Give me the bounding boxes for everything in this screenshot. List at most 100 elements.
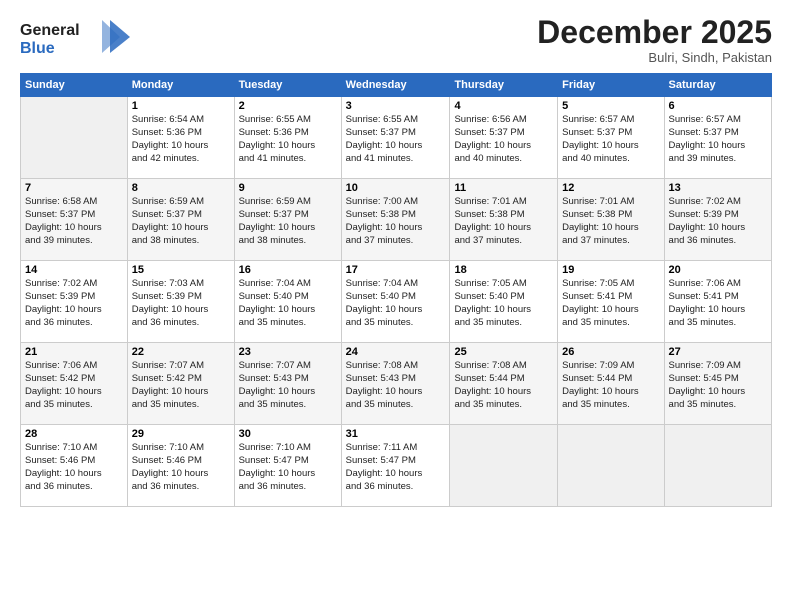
logo-svg: General Blue: [20, 15, 130, 60]
calendar-cell: 2Sunrise: 6:55 AM Sunset: 5:36 PM Daylig…: [234, 97, 341, 179]
day-info: Sunrise: 7:06 AM Sunset: 5:42 PM Dayligh…: [25, 360, 123, 411]
day-info: Sunrise: 6:59 AM Sunset: 5:37 PM Dayligh…: [239, 196, 337, 247]
day-number: 17: [346, 264, 446, 276]
calendar-cell: [21, 97, 128, 179]
calendar-cell: 18 Sunrise: 7:05 AM Sunset: 5:40 PM Dayli…: [450, 261, 558, 343]
day-number: 24: [346, 346, 446, 358]
day-number: 31: [346, 428, 446, 440]
day-info: Sunrise: 7:09 AM Sunset: 5:44 PM Dayligh…: [562, 360, 659, 411]
calendar-cell: 9 Sunrise: 6:59 AM Sunset: 5:37 PM Daylig…: [234, 179, 341, 261]
svg-text:General: General: [20, 22, 80, 39]
calendar-cell: 21Sunrise: 7:06 AM Sunset: 5:42 PM Dayli…: [21, 343, 128, 425]
calendar-cell: 22Sunrise: 7:07 AM Sunset: 5:42 PM Dayli…: [127, 343, 234, 425]
day-info: Sunrise: 7:02 AM Sunset: 5:39 PM Dayligh…: [669, 196, 767, 247]
calendar-cell: 25 Sunrise: 7:08 AM Sunset: 5:44 PM Dayli…: [450, 343, 558, 425]
weekday-header-saturday: Saturday: [664, 74, 771, 97]
weekday-header-tuesday: Tuesday: [234, 74, 341, 97]
calendar-cell: 14Sunrise: 7:02 AM Sunset: 5:39 PM Dayli…: [21, 261, 128, 343]
day-info: Sunrise: 7:07 AM Sunset: 5:43 PM Dayligh…: [239, 360, 337, 411]
calendar-cell: 29 Sunrise: 7:10 AM Sunset: 5:46 PM Dayli…: [127, 425, 234, 507]
calendar-cell: 23Sunrise: 7:07 AM Sunset: 5:43 PM Dayli…: [234, 343, 341, 425]
day-info: Sunrise: 7:10 AM Sunset: 5:46 PM Dayligh…: [25, 442, 123, 493]
calendar-cell: 4 Sunrise: 6:56 AM Sunset: 5:37 PM Daylig…: [450, 97, 558, 179]
weekday-header-friday: Friday: [558, 74, 664, 97]
day-info: Sunrise: 7:10 AM Sunset: 5:47 PM Dayligh…: [239, 442, 337, 493]
day-number: 27: [669, 346, 767, 358]
day-info: Sunrise: 7:09 AM Sunset: 5:45 PM Dayligh…: [669, 360, 767, 411]
day-info: Sunrise: 6:56 AM Sunset: 5:37 PM Dayligh…: [454, 114, 553, 165]
weekday-header-sunday: Sunday: [21, 74, 128, 97]
calendar-cell: [558, 425, 664, 507]
day-info: Sunrise: 7:05 AM Sunset: 5:40 PM Dayligh…: [454, 278, 553, 329]
day-info: Sunrise: 7:05 AM Sunset: 5:41 PM Dayligh…: [562, 278, 659, 329]
title-block: December 2025 Bulri, Sindh, Pakistan: [537, 15, 772, 65]
weekday-header-monday: Monday: [127, 74, 234, 97]
day-info: Sunrise: 7:07 AM Sunset: 5:42 PM Dayligh…: [132, 360, 230, 411]
day-info: Sunrise: 7:01 AM Sunset: 5:38 PM Dayligh…: [454, 196, 553, 247]
calendar-cell: 31 Sunrise: 7:11 AM Sunset: 5:47 PM Dayli…: [341, 425, 450, 507]
calendar-cell: 28 Sunrise: 7:10 AM Sunset: 5:46 PM Dayli…: [21, 425, 128, 507]
calendar-cell: 27 Sunrise: 7:09 AM Sunset: 5:45 PM Dayli…: [664, 343, 771, 425]
day-info: Sunrise: 7:08 AM Sunset: 5:43 PM Dayligh…: [346, 360, 446, 411]
day-info: Sunrise: 7:08 AM Sunset: 5:44 PM Dayligh…: [454, 360, 553, 411]
week-row-3: 14Sunrise: 7:02 AM Sunset: 5:39 PM Dayli…: [21, 261, 772, 343]
calendar-cell: 15 Sunrise: 7:03 AM Sunset: 5:39 PM Dayli…: [127, 261, 234, 343]
day-info: Sunrise: 7:01 AM Sunset: 5:38 PM Dayligh…: [562, 196, 659, 247]
day-info: Sunrise: 6:54 AM Sunset: 5:36 PM Dayligh…: [132, 114, 230, 165]
weekday-header-thursday: Thursday: [450, 74, 558, 97]
day-number: 28: [25, 428, 123, 440]
day-info: Sunrise: 7:04 AM Sunset: 5:40 PM Dayligh…: [239, 278, 337, 329]
calendar-cell: 19 Sunrise: 7:05 AM Sunset: 5:41 PM Dayli…: [558, 261, 664, 343]
weekday-header-row: SundayMondayTuesdayWednesdayThursdayFrid…: [21, 74, 772, 97]
day-number: 4: [454, 100, 553, 112]
day-number: 29: [132, 428, 230, 440]
day-number: 25: [454, 346, 553, 358]
day-info: Sunrise: 7:11 AM Sunset: 5:47 PM Dayligh…: [346, 442, 446, 493]
logo: General Blue: [20, 15, 130, 65]
week-row-4: 21Sunrise: 7:06 AM Sunset: 5:42 PM Dayli…: [21, 343, 772, 425]
calendar-cell: 17 Sunrise: 7:04 AM Sunset: 5:40 PM Dayli…: [341, 261, 450, 343]
day-info: Sunrise: 7:03 AM Sunset: 5:39 PM Dayligh…: [132, 278, 230, 329]
day-info: Sunrise: 6:58 AM Sunset: 5:37 PM Dayligh…: [25, 196, 123, 247]
calendar-cell: 1 Sunrise: 6:54 AM Sunset: 5:36 PM Daylig…: [127, 97, 234, 179]
calendar-cell: 7 Sunrise: 6:58 AM Sunset: 5:37 PM Daylig…: [21, 179, 128, 261]
calendar-cell: 8Sunrise: 6:59 AM Sunset: 5:37 PM Daylig…: [127, 179, 234, 261]
day-number: 15: [132, 264, 230, 276]
calendar-cell: 3 Sunrise: 6:55 AM Sunset: 5:37 PM Daylig…: [341, 97, 450, 179]
day-number: 3: [346, 100, 446, 112]
calendar-cell: 13 Sunrise: 7:02 AM Sunset: 5:39 PM Dayli…: [664, 179, 771, 261]
day-number: 1: [132, 100, 230, 112]
calendar-cell: 24 Sunrise: 7:08 AM Sunset: 5:43 PM Dayli…: [341, 343, 450, 425]
calendar-cell: 12 Sunrise: 7:01 AM Sunset: 5:38 PM Dayli…: [558, 179, 664, 261]
day-number: 12: [562, 182, 659, 194]
day-number: 2: [239, 100, 337, 112]
day-number: 13: [669, 182, 767, 194]
day-number: 6: [669, 100, 767, 112]
calendar-cell: [664, 425, 771, 507]
day-number: 14: [25, 264, 123, 276]
day-number: 18: [454, 264, 553, 276]
day-number: 7: [25, 182, 123, 194]
day-info: Sunrise: 6:55 AM Sunset: 5:37 PM Dayligh…: [346, 114, 446, 165]
calendar-cell: 26Sunrise: 7:09 AM Sunset: 5:44 PM Dayli…: [558, 343, 664, 425]
weekday-header-wednesday: Wednesday: [341, 74, 450, 97]
calendar-cell: 11Sunrise: 7:01 AM Sunset: 5:38 PM Dayli…: [450, 179, 558, 261]
day-info: Sunrise: 7:10 AM Sunset: 5:46 PM Dayligh…: [132, 442, 230, 493]
day-number: 8: [132, 182, 230, 194]
day-info: Sunrise: 6:57 AM Sunset: 5:37 PM Dayligh…: [562, 114, 659, 165]
day-info: Sunrise: 7:00 AM Sunset: 5:38 PM Dayligh…: [346, 196, 446, 247]
calendar-page: General Blue December 2025 Bulri, Sindh,…: [0, 0, 792, 612]
week-row-1: 1 Sunrise: 6:54 AM Sunset: 5:36 PM Daylig…: [21, 97, 772, 179]
week-row-2: 7 Sunrise: 6:58 AM Sunset: 5:37 PM Daylig…: [21, 179, 772, 261]
week-row-5: 28 Sunrise: 7:10 AM Sunset: 5:46 PM Dayli…: [21, 425, 772, 507]
day-number: 9: [239, 182, 337, 194]
day-number: 19: [562, 264, 659, 276]
day-number: 16: [239, 264, 337, 276]
calendar-table: SundayMondayTuesdayWednesdayThursdayFrid…: [20, 73, 772, 507]
day-info: Sunrise: 7:04 AM Sunset: 5:40 PM Dayligh…: [346, 278, 446, 329]
calendar-cell: 16 Sunrise: 7:04 AM Sunset: 5:40 PM Dayli…: [234, 261, 341, 343]
month-title: December 2025: [537, 15, 772, 50]
svg-text:Blue: Blue: [20, 40, 55, 57]
day-number: 30: [239, 428, 337, 440]
calendar-cell: 6Sunrise: 6:57 AM Sunset: 5:37 PM Daylig…: [664, 97, 771, 179]
